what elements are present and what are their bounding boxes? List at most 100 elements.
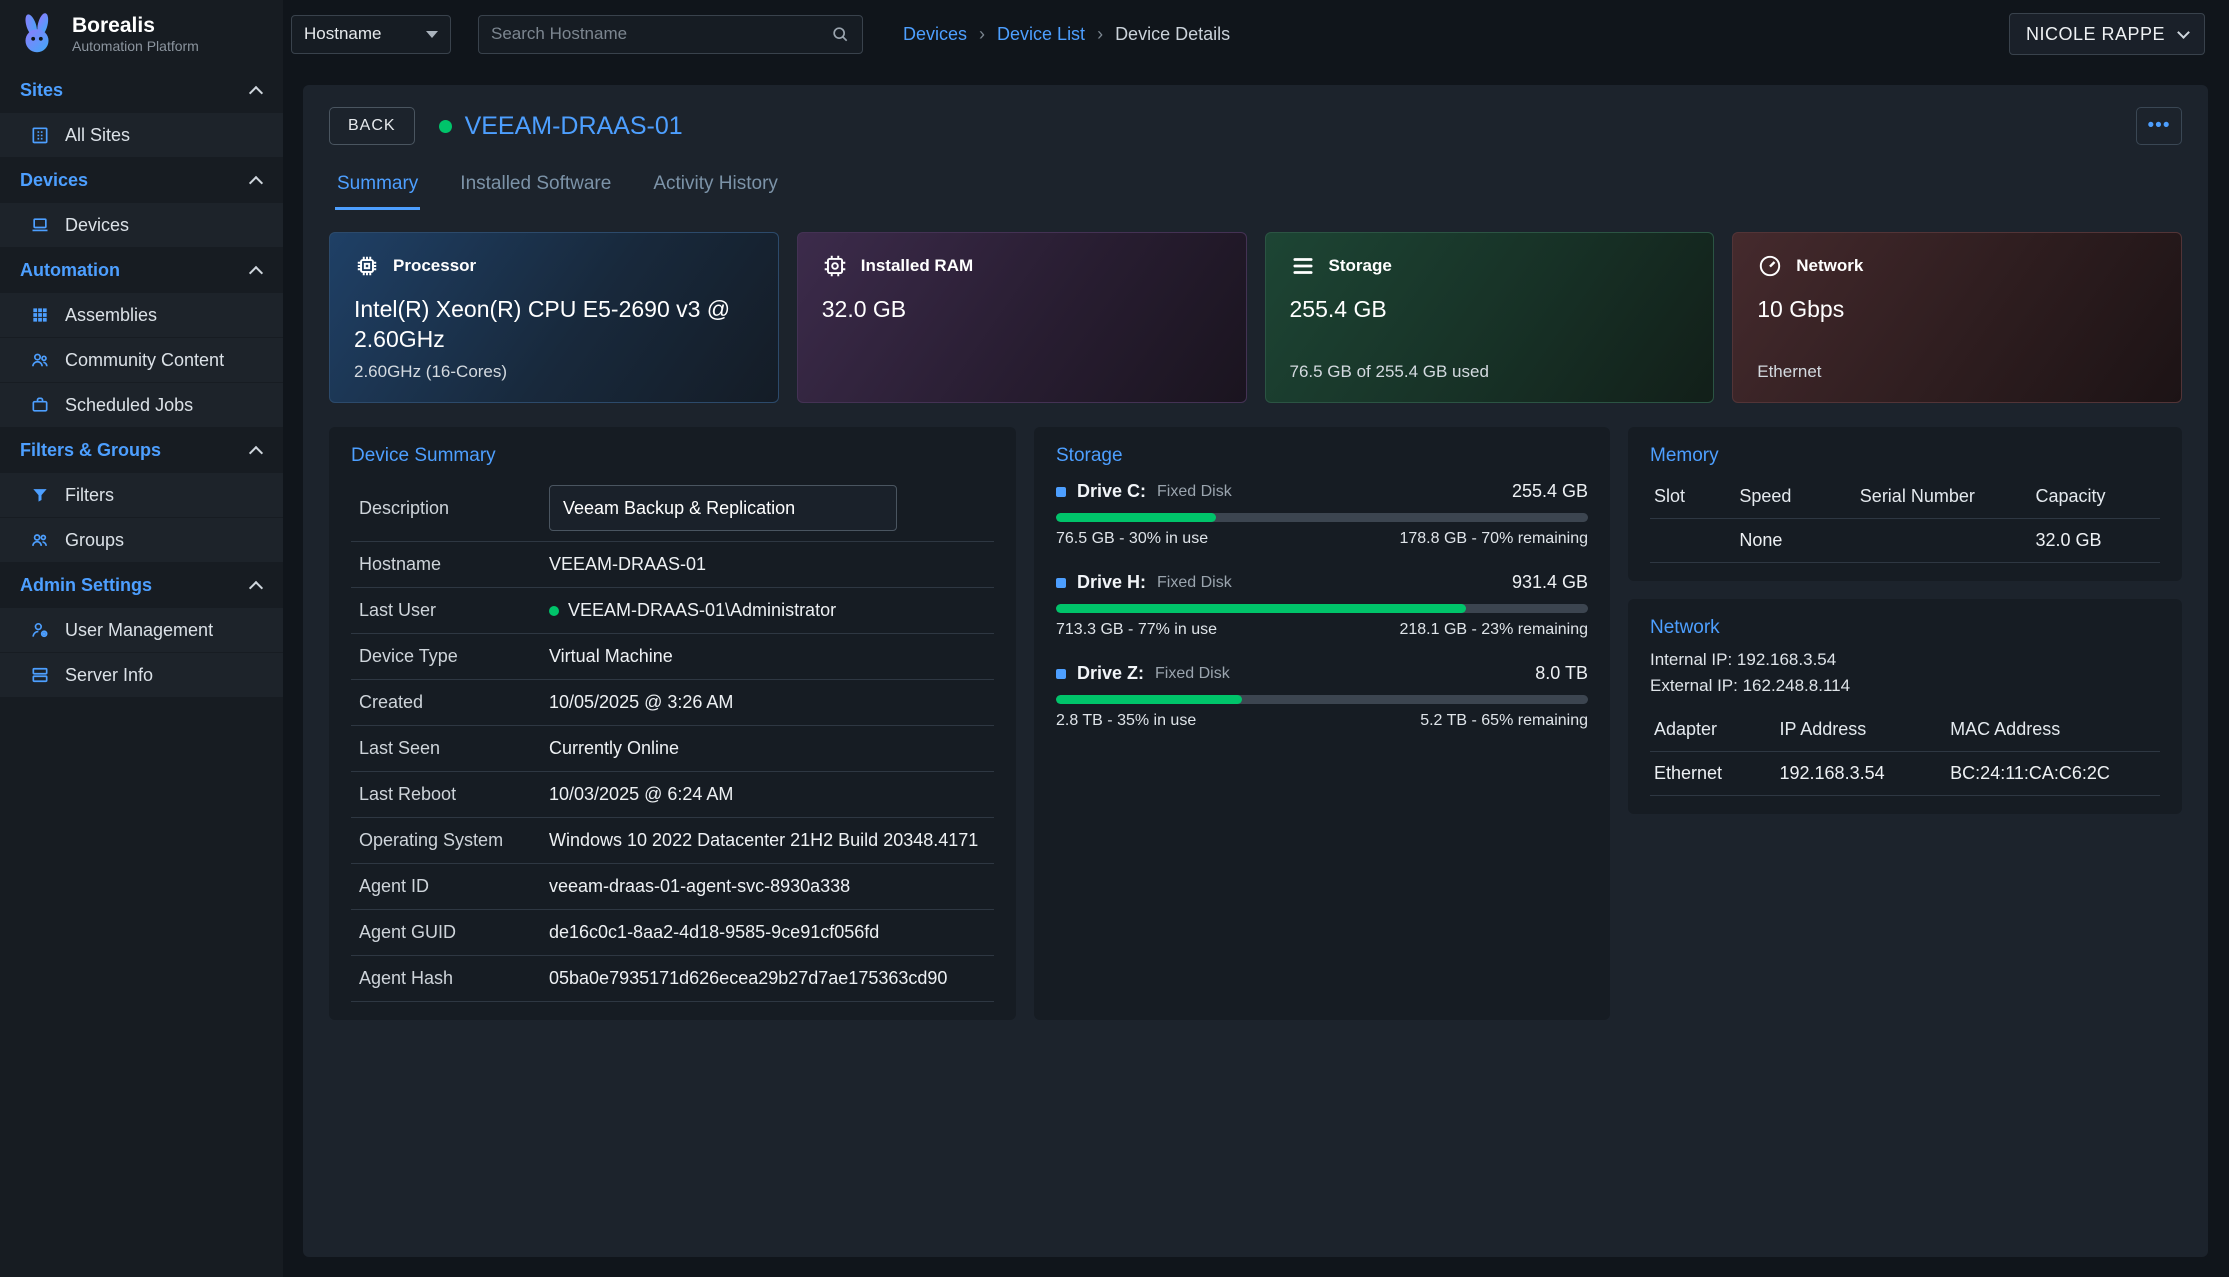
sidebar-item-scheduled-jobs[interactable]: Scheduled Jobs (0, 383, 283, 428)
card-value: 32.0 GB (822, 295, 1222, 325)
drive-name: Drive H: (1077, 572, 1146, 593)
right-column: Memory Slot Speed Serial Number Capacity… (1628, 427, 2182, 1020)
search-box (478, 15, 863, 54)
drive-z: Drive Z: Fixed Disk 8.0 TB 2.8 TB - 35% … (1056, 663, 1588, 730)
back-button[interactable]: BACK (329, 107, 415, 145)
card-subtitle: Ethernet (1757, 362, 2157, 382)
sidebar-item-groups[interactable]: Groups (0, 518, 283, 563)
drive-usage-fill (1056, 513, 1216, 522)
sidebar-section-admin-settings[interactable]: Admin Settings (0, 563, 283, 608)
sidebar-item-devices[interactable]: Devices (0, 203, 283, 248)
drive-remaining-text: 178.8 GB - 70% remaining (1399, 530, 1588, 548)
card-value: 10 Gbps (1757, 295, 2157, 325)
row-label: Agent ID (359, 876, 549, 897)
building-icon (30, 125, 50, 145)
sidebar-section-sites[interactable]: Sites (0, 68, 283, 113)
network-panel: Network Internal IP: 192.168.3.54 Extern… (1628, 599, 2182, 814)
breadcrumb-separator: › (1097, 24, 1103, 45)
drive-size: 931.4 GB (1512, 572, 1588, 593)
hostname-filter-select[interactable]: Hostname (291, 15, 451, 54)
summary-row-last-seen: Last Seen Currently Online (351, 726, 994, 772)
col-ip-address: IP Address (1780, 719, 1951, 740)
topbar: Hostname Devices › Device List › Device … (283, 0, 2229, 68)
summary-row-device-type: Device Type Virtual Machine (351, 634, 994, 680)
network-table-row: Ethernet 192.168.3.54 BC:24:11:CA:C6:2C (1650, 752, 2160, 796)
app-root: Borealis Automation Platform Sites All S… (0, 0, 2229, 1277)
storage-card: Storage 255.4 GB 76.5 GB of 255.4 GB use… (1265, 232, 1715, 403)
tab-activity-history[interactable]: Activity History (651, 163, 780, 210)
more-options-button[interactable]: ••• (2136, 107, 2182, 145)
summary-row-created: Created 10/05/2025 @ 3:26 AM (351, 680, 994, 726)
cell-speed: None (1739, 530, 1859, 551)
user-name: NICOLE RAPPE (2026, 24, 2165, 45)
sidebar-item-all-sites[interactable]: All Sites (0, 113, 283, 158)
hostname-filter-value: Hostname (304, 24, 381, 44)
sidebar-item-user-management[interactable]: User Management (0, 608, 283, 653)
caret-down-icon (426, 31, 438, 38)
tab-summary[interactable]: Summary (335, 163, 420, 210)
sidebar-item-label: Server Info (65, 665, 153, 686)
drive-type: Fixed Disk (1155, 665, 1230, 683)
col-serial-number: Serial Number (1860, 486, 2036, 507)
sidebar-item-server-info[interactable]: Server Info (0, 653, 283, 698)
grid-icon (30, 305, 50, 325)
sidebar-item-filters[interactable]: Filters (0, 473, 283, 518)
description-input[interactable] (549, 485, 897, 531)
drive-name: Drive C: (1077, 481, 1146, 502)
laptop-icon (30, 215, 50, 235)
user-menu-button[interactable]: NICOLE RAPPE (2009, 13, 2205, 55)
drive-used-text: 713.3 GB - 77% in use (1056, 621, 1217, 639)
sidebar-item-label: All Sites (65, 125, 130, 146)
section-label: Filters & Groups (20, 440, 161, 461)
card-value: 255.4 GB (1290, 295, 1690, 325)
groups-icon (30, 530, 50, 550)
external-ip: External IP: 162.248.8.114 (1650, 673, 2160, 699)
detail-panels: Device Summary Description Hostname VEEA… (329, 427, 2182, 1020)
row-value: 05ba0e7935171d626ecea29b27d7ae175363cd90 (549, 968, 947, 989)
summary-row-last-reboot: Last Reboot 10/03/2025 @ 6:24 AM (351, 772, 994, 818)
cell-ip-address: 192.168.3.54 (1780, 763, 1951, 784)
drive-bullet-icon (1056, 578, 1066, 588)
card-subtitle (822, 362, 1222, 382)
sidebar-section-automation[interactable]: Automation (0, 248, 283, 293)
drive-used-text: 76.5 GB - 30% in use (1056, 530, 1208, 548)
sidebar-item-assemblies[interactable]: Assemblies (0, 293, 283, 338)
row-label: Agent Hash (359, 968, 549, 989)
people-icon (30, 350, 50, 370)
drive-size: 255.4 GB (1512, 481, 1588, 502)
sidebar-section-devices[interactable]: Devices (0, 158, 283, 203)
drive-usage-fill (1056, 604, 1466, 613)
sidebar-item-label: Devices (65, 215, 129, 236)
drive-usage-bar (1056, 604, 1588, 613)
row-label: Last User (359, 600, 549, 621)
sidebar-item-label: Community Content (65, 350, 224, 371)
row-label: Created (359, 692, 549, 713)
device-summary-title: Device Summary (351, 445, 994, 467)
memory-table-header: Slot Speed Serial Number Capacity (1650, 475, 2160, 519)
drive-bullet-icon (1056, 487, 1066, 497)
breadcrumb-devices[interactable]: Devices (903, 24, 967, 45)
filter-icon (30, 485, 50, 505)
chevron-up-icon (249, 265, 263, 279)
col-mac-address: MAC Address (1950, 719, 2156, 740)
network-card: Network 10 Gbps Ethernet (1732, 232, 2182, 403)
sidebar: Borealis Automation Platform Sites All S… (0, 0, 283, 1277)
col-slot: Slot (1654, 486, 1739, 507)
server-icon (30, 665, 50, 685)
sidebar-section-filters-groups[interactable]: Filters & Groups (0, 428, 283, 473)
search-input[interactable] (491, 24, 830, 44)
search-icon (830, 24, 850, 44)
row-label: Hostname (359, 554, 549, 575)
cell-mac-address: BC:24:11:CA:C6:2C (1950, 763, 2156, 784)
chevron-up-icon (249, 175, 263, 189)
brand-name: Borealis (72, 14, 199, 38)
sidebar-item-community-content[interactable]: Community Content (0, 338, 283, 383)
row-label: Last Reboot (359, 784, 549, 805)
sidebar-item-label: User Management (65, 620, 213, 641)
chevron-up-icon (249, 445, 263, 459)
sidebar-item-label: Groups (65, 530, 124, 551)
breadcrumb-device-list[interactable]: Device List (997, 24, 1085, 45)
tab-installed-software[interactable]: Installed Software (458, 163, 613, 210)
chevron-down-icon (2177, 26, 2190, 39)
card-value: Intel(R) Xeon(R) CPU E5-2690 v3 @ 2.60GH… (354, 295, 754, 355)
